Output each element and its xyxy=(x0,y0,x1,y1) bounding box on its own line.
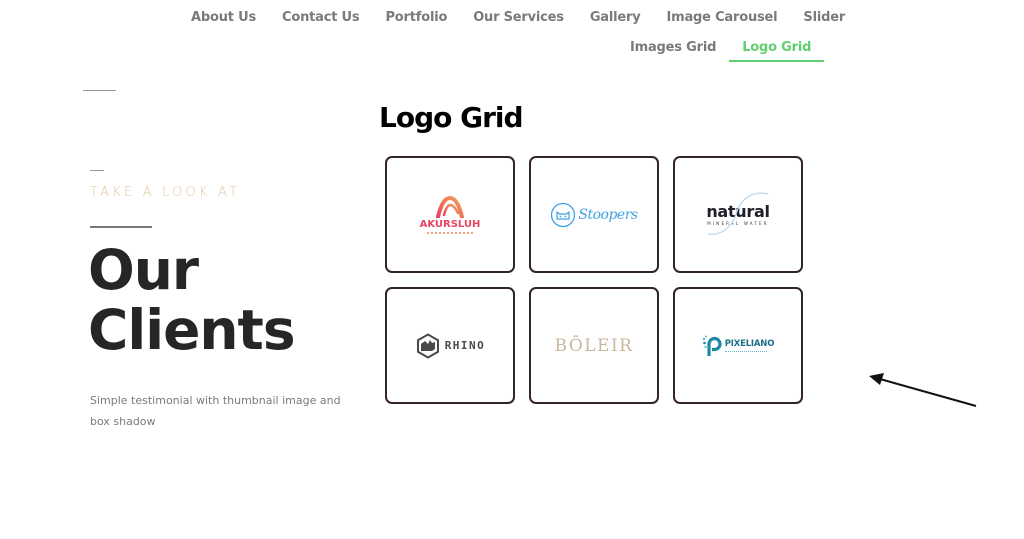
akursluh-tagline xyxy=(427,231,473,234)
stoopers-wordmark: Stoopers xyxy=(578,206,638,223)
pixeliano-text: PIXELIANO xyxy=(724,339,775,352)
nav-gallery[interactable]: Gallery xyxy=(577,8,654,32)
pixel-p-icon xyxy=(702,335,722,356)
nav-slider[interactable]: Slider xyxy=(790,8,858,32)
nav-row-primary: About Us Contact Us Portfolio Our Servic… xyxy=(178,8,858,32)
rhino-wordmark: RHINO xyxy=(444,339,486,352)
nav-about-us[interactable]: About Us xyxy=(178,8,269,32)
heading-line-2: Clients xyxy=(88,298,296,362)
arch-icon xyxy=(436,195,464,218)
nav-logo-grid[interactable]: Logo Grid xyxy=(729,38,825,62)
section-tagline: TAKE A LOOK AT xyxy=(90,185,241,200)
clients-heading: Our Clients xyxy=(88,238,296,362)
nav-image-carousel[interactable]: Image Carousel xyxy=(653,8,790,32)
logo-card-pixeliano[interactable]: PIXELIANO xyxy=(673,287,803,404)
decorative-divider xyxy=(90,170,104,171)
pixeliano-logo: PIXELIANO xyxy=(702,335,774,357)
pointer-arrow-icon xyxy=(869,373,977,407)
nav-row-secondary: Images Grid Logo Grid xyxy=(617,38,825,62)
rhino-hexagon-icon xyxy=(416,332,439,359)
logo-card-stoopers[interactable]: Stoopers xyxy=(529,156,659,273)
stoopers-logo: Stoopers xyxy=(550,202,638,228)
wave-swirl-icon xyxy=(708,192,769,235)
akursluh-wordmark: AKURSLUH xyxy=(419,218,481,230)
boleir-logo: BŌLEIR xyxy=(555,336,634,356)
decorative-divider xyxy=(83,90,116,91)
natural-logo: natural MINERAL WATER xyxy=(706,192,770,235)
boleir-wordmark: BŌLEIR xyxy=(554,335,634,356)
rhino-logo: RHINO xyxy=(415,332,486,359)
nav-our-services[interactable]: Our Services xyxy=(460,8,577,32)
nav-contact-us[interactable]: Contact Us xyxy=(269,8,372,32)
logo-card-rhino[interactable]: RHINO xyxy=(385,287,515,404)
cat-face-icon xyxy=(551,202,576,227)
logo-grid: AKURSLUH Stoopers natural MINERAL WATER xyxy=(385,156,803,404)
logo-card-natural[interactable]: natural MINERAL WATER xyxy=(673,156,803,273)
logo-grid-title: Logo Grid xyxy=(379,101,524,134)
heading-line-1: Our xyxy=(88,238,199,302)
pixeliano-wordmark: PIXELIANO xyxy=(724,339,775,349)
logo-card-boleir[interactable]: BŌLEIR xyxy=(529,287,659,404)
akursluh-logo: AKURSLUH xyxy=(419,195,481,234)
tagline-underline xyxy=(90,226,152,228)
section-description: Simple testimonial with thumbnail image … xyxy=(90,394,341,428)
nav-images-grid[interactable]: Images Grid xyxy=(617,38,729,62)
nav-portfolio[interactable]: Portfolio xyxy=(372,8,460,32)
logo-card-akursluh[interactable]: AKURSLUH xyxy=(385,156,515,273)
pixeliano-tagline xyxy=(724,351,767,352)
